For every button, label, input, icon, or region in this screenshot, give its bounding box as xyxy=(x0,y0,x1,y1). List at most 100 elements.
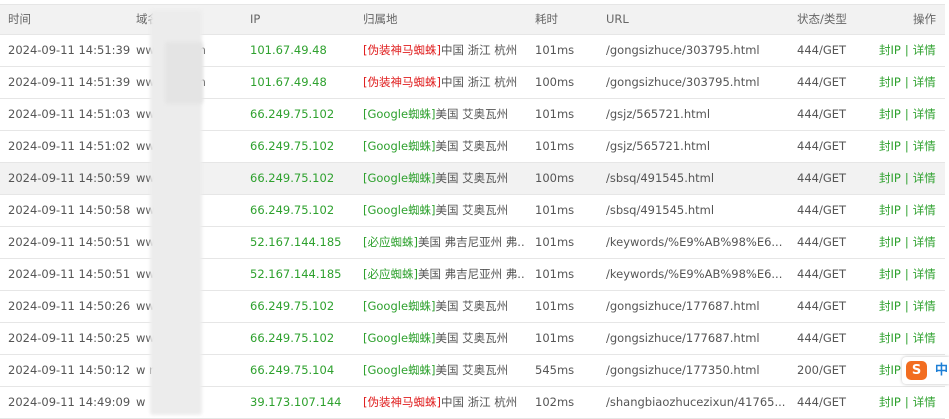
location-text: 美国 艾奥瓦州 xyxy=(435,299,509,313)
header-location: 归属地 xyxy=(363,12,398,26)
header-latency: 耗时 xyxy=(535,12,558,26)
ime-toolbar[interactable]: S 中 xyxy=(902,357,949,384)
cell-latency: 101ms xyxy=(535,299,575,313)
cell-url: /gsjz/565721.html xyxy=(606,107,711,121)
cell-url: /gongsizhuce/303795.html xyxy=(606,75,760,89)
cell-location: [伪装神马蜘蛛]中国 浙江 杭州 xyxy=(363,35,525,66)
header-action: 操作 xyxy=(913,12,936,26)
ban-ip-link[interactable]: 封IP xyxy=(879,331,901,345)
detail-link[interactable]: 详情 xyxy=(913,235,936,249)
cell-actions: 封IP| 详情 xyxy=(879,195,941,226)
action-divider: | xyxy=(904,75,909,89)
cell-status: 444/GET xyxy=(797,43,847,57)
spider-tag: [Google蜘蛛] xyxy=(363,171,436,185)
detail-link[interactable]: 详情 xyxy=(913,107,936,121)
table-row: 2024-09-11 14:51:02ww m66.249.75.102[Goo… xyxy=(0,131,945,163)
spider-tag: [Google蜘蛛] xyxy=(363,107,436,121)
detail-link[interactable]: 详情 xyxy=(913,267,936,281)
cell-time: 2024-09-11 14:49:09 xyxy=(8,395,130,409)
spider-log-table: 时间 域名? IP 归属地 耗时 URL 状态/类型 操作 2024-09-11… xyxy=(0,4,945,419)
ban-ip-link[interactable]: 封IP xyxy=(879,43,901,57)
table-row: 2024-09-11 14:50:51ww m52.167.144.185[必应… xyxy=(0,227,945,259)
cell-latency: 101ms xyxy=(535,43,575,57)
cell-url: /gongsizhuce/177350.html xyxy=(606,363,760,377)
table-header: 时间 域名? IP 归属地 耗时 URL 状态/类型 操作 xyxy=(0,5,945,35)
cell-location: [Google蜘蛛]美国 艾奥瓦州 xyxy=(363,291,525,322)
table-row: 2024-09-11 14:51:03ww u.com66.249.75.102… xyxy=(0,99,945,131)
detail-link[interactable]: 详情 xyxy=(913,139,936,153)
detail-link[interactable]: 详情 xyxy=(913,331,936,345)
cell-latency: 101ms xyxy=(535,107,575,121)
location-text: 中国 浙江 杭州 xyxy=(440,395,518,409)
spider-tag: [Google蜘蛛] xyxy=(363,363,436,377)
detail-link[interactable]: 详情 xyxy=(913,203,936,217)
cell-latency: 545ms xyxy=(535,363,575,377)
ban-ip-link[interactable]: 封IP xyxy=(879,171,901,185)
spider-tag: [Google蜘蛛] xyxy=(363,331,436,345)
ban-ip-link[interactable]: 封IP xyxy=(879,139,901,153)
spider-tag: [Google蜘蛛] xyxy=(363,203,436,217)
cell-actions: 封IP| 详情 xyxy=(879,35,941,66)
action-divider: | xyxy=(904,171,909,185)
location-text: 美国 艾奥瓦州 xyxy=(435,203,509,217)
ime-language-indicator[interactable]: 中 xyxy=(935,361,948,380)
cell-ip: 101.67.49.48 xyxy=(250,43,327,57)
cell-location: [Google蜘蛛]美国 艾奥瓦州 xyxy=(363,99,525,130)
spider-tag: [必应蜘蛛] xyxy=(363,235,418,249)
action-divider: | xyxy=(904,267,909,281)
cell-actions: 封IP| 详情 xyxy=(879,259,941,290)
cell-status: 444/GET xyxy=(797,299,847,313)
cell-status: 444/GET xyxy=(797,171,847,185)
cell-ip: 101.67.49.48 xyxy=(250,75,327,89)
location-text: 美国 艾奥瓦州 xyxy=(435,107,509,121)
cell-url: /gongsizhuce/303795.html xyxy=(606,43,760,57)
cell-ip: 52.167.144.185 xyxy=(250,267,342,281)
spider-tag: [伪装神马蜘蛛] xyxy=(363,395,441,409)
ban-ip-link[interactable]: 封IP xyxy=(879,107,901,121)
cell-latency: 102ms xyxy=(535,395,575,409)
domain-redaction xyxy=(165,42,203,104)
cell-ip: 66.249.75.102 xyxy=(250,139,335,153)
cell-latency: 100ms xyxy=(535,75,575,89)
cell-time: 2024-09-11 14:51:39 xyxy=(8,43,130,57)
ban-ip-link[interactable]: 封IP xyxy=(879,299,901,313)
sogou-logo-icon: S xyxy=(906,361,927,380)
detail-link[interactable]: 详情 xyxy=(913,43,936,57)
detail-link[interactable]: 详情 xyxy=(913,299,936,313)
cell-status: 444/GET xyxy=(797,203,847,217)
location-text: 美国 艾奥瓦州 xyxy=(435,171,509,185)
spider-tag: [Google蜘蛛] xyxy=(363,299,436,313)
cell-location: [Google蜘蛛]美国 艾奥瓦州 xyxy=(363,131,525,162)
ban-ip-link[interactable]: 封IP xyxy=(879,395,901,409)
action-divider: | xyxy=(904,331,909,345)
detail-link[interactable]: 详情 xyxy=(913,75,936,89)
ban-ip-link[interactable]: 封IP xyxy=(879,203,901,217)
cell-status: 444/GET xyxy=(797,331,847,345)
table-row: 2024-09-11 14:51:39www. u.com101.67.49.4… xyxy=(0,35,945,67)
cell-time: 2024-09-11 14:50:12 xyxy=(8,363,130,377)
location-text: 美国 艾奥瓦州 xyxy=(435,331,509,345)
cell-time: 2024-09-11 14:50:51 xyxy=(8,267,130,281)
cell-status: 444/GET xyxy=(797,75,847,89)
cell-url: /gongsizhuce/177687.html xyxy=(606,299,760,313)
cell-latency: 101ms xyxy=(535,235,575,249)
cell-location: [必应蜘蛛]美国 弗吉尼亚州 弗... xyxy=(363,227,525,258)
cell-actions: 封IP| 详情 xyxy=(879,99,941,130)
spider-tag: [伪装神马蜘蛛] xyxy=(363,43,441,57)
ban-ip-link[interactable]: 封IP xyxy=(879,235,901,249)
cell-actions: 封IP| 详情 xyxy=(879,131,941,162)
ban-ip-link[interactable]: 封IP xyxy=(879,267,901,281)
action-divider: | xyxy=(904,395,909,409)
cell-ip: 66.249.75.102 xyxy=(250,171,335,185)
detail-link[interactable]: 详情 xyxy=(913,395,936,409)
cell-actions: 封IP| 详情 xyxy=(879,67,941,98)
ban-ip-link[interactable]: 封IP xyxy=(879,75,901,89)
cell-ip: 66.249.75.102 xyxy=(250,203,335,217)
header-status: 状态/类型 xyxy=(797,12,847,26)
table-row: 2024-09-11 14:49:09 w 39.173.107.144 [伪装神马… xyxy=(0,387,945,419)
detail-link[interactable]: 详情 xyxy=(913,171,936,185)
cell-actions: 封IP| 详情 xyxy=(879,163,941,194)
location-text: 美国 艾奥瓦州 xyxy=(435,363,509,377)
ban-ip-link[interactable]: 封IP xyxy=(879,363,901,377)
cell-time: 2024-09-11 14:50:25 xyxy=(8,331,130,345)
